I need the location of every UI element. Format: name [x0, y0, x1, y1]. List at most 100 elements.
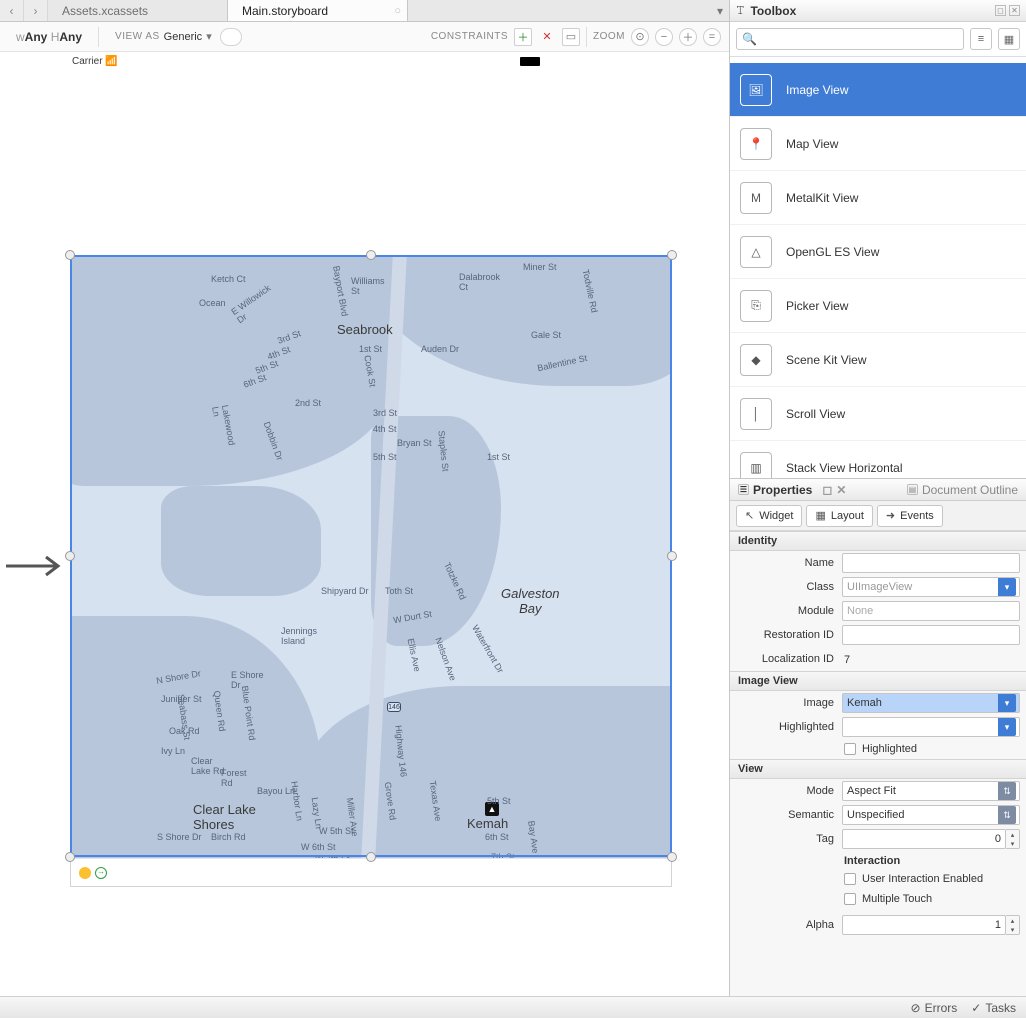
alpha-field[interactable] — [842, 915, 1006, 935]
highlighted-checkbox[interactable] — [844, 743, 856, 755]
map-label-city: Seabrook — [337, 322, 393, 337]
zoom-out-icon[interactable]: − — [655, 28, 673, 46]
zoom-label: ZOOM — [593, 31, 625, 42]
nav-fwd-button[interactable]: › — [24, 0, 48, 21]
map-label: Shipyard Dr — [321, 586, 369, 596]
toolbox-item-map-view[interactable]: 📍Map View — [730, 117, 1026, 171]
toolbox-item-icon: ◆ — [740, 344, 772, 376]
image-combo[interactable]: Kemah▾ — [842, 693, 1020, 713]
chevron-down-icon: ▾ — [998, 694, 1016, 712]
nav-back-button[interactable]: ‹ — [0, 0, 24, 21]
search-icon: 🔍 — [742, 32, 757, 46]
battery-icon — [520, 57, 540, 66]
map-label-kemah: Kemah — [467, 816, 508, 831]
chevron-down-icon: ▾ — [206, 30, 212, 43]
storyboard-canvas[interactable]: Seabrook Galveston Bay Clear Lake Shores… — [0, 52, 729, 996]
view-as[interactable]: VIEW AS Generic ▾ — [107, 22, 250, 51]
constraint-remove-icon[interactable]: ✕ — [538, 28, 556, 46]
toolbox-item-label: Image View — [786, 83, 848, 97]
toolbox-item-picker-view[interactable]: ⎘ Picker View — [730, 279, 1026, 333]
events-icon: ➜ — [886, 509, 895, 522]
toolbox-item-stack-view-horizontal[interactable]: ▥Stack View Horizontal — [730, 441, 1026, 478]
view-grid-icon[interactable]: ▦ — [998, 28, 1020, 50]
exit-icon[interactable] — [95, 867, 107, 879]
toolbox-item-label: MetalKit View — [786, 191, 858, 205]
toolbox-search-input[interactable]: 🔍 — [736, 28, 964, 50]
editor-tabs: ‹ › Assets.xcassets Main.storyboard○ ▾ — [0, 0, 729, 22]
imageview-content[interactable]: Seabrook Galveston Bay Clear Lake Shores… — [71, 256, 671, 858]
toolbox-item-opengl-es-view[interactable]: △OpenGL ES View — [730, 225, 1026, 279]
toolbox-item-metalkit-view[interactable]: M MetalKit View — [730, 171, 1026, 225]
pad-tabs: ☰Properties◻✕ ▤Document Outline — [730, 479, 1026, 501]
wifi-icon: 📶 — [105, 56, 117, 67]
device-frame[interactable]: Seabrook Galveston Bay Clear Lake Shores… — [70, 255, 672, 887]
class-combo[interactable]: UIImageView▾ — [842, 577, 1020, 597]
toolbox-item-scene-kit-view[interactable]: ◆Scene Kit View — [730, 333, 1026, 387]
chevron-down-icon: ▾ — [998, 578, 1016, 596]
subtab-widget[interactable]: ↖Widget — [736, 505, 802, 527]
tag-stepper[interactable]: ▴▾ — [1006, 829, 1020, 849]
semantic-combo[interactable]: Unspecified⇅ — [842, 805, 1020, 825]
dock-icon[interactable]: ◻ — [822, 483, 832, 497]
scene-dock[interactable] — [71, 858, 671, 886]
toolbox-item-icon: │ — [740, 398, 772, 430]
toolbox-header: 𝚃 Toolbox ◻✕ — [730, 0, 1026, 22]
statusbar: ⊘Errors ✓Tasks — [0, 996, 1026, 1018]
toolbox-item-label: Scroll View — [786, 407, 845, 421]
tasks-pad[interactable]: ✓Tasks — [971, 1001, 1016, 1015]
toolbox-list[interactable]: 🖼 Image View 📍Map View M MetalKit View △OpenG… — [730, 57, 1026, 478]
check-icon: ✓ — [971, 1001, 981, 1015]
tab-overflow[interactable]: ▾ — [408, 0, 729, 21]
layout-icon: ▦ — [815, 509, 825, 522]
subtab-events[interactable]: ➜Events — [877, 505, 943, 527]
tab-storyboard[interactable]: Main.storyboard○ — [228, 0, 408, 21]
route-shield-icon: 146 — [387, 702, 401, 712]
tab-document-outline[interactable]: ▤Document Outline — [899, 479, 1026, 500]
zoom-fit-icon[interactable]: ⊙ — [631, 28, 649, 46]
mode-combo[interactable]: Aspect Fit⇅ — [842, 781, 1020, 801]
subtab-layout[interactable]: ▦Layout — [806, 505, 872, 527]
tab-assets[interactable]: Assets.xcassets — [48, 0, 228, 21]
errors-pad[interactable]: ⊘Errors — [911, 1001, 958, 1015]
section-imageview: Image View — [730, 671, 1026, 691]
highlighted-combo[interactable]: ▾ — [842, 717, 1020, 737]
toolbox-item-icon: △ — [740, 236, 772, 268]
restoration-field[interactable] — [842, 625, 1020, 645]
close-icon[interactable]: ○ — [394, 5, 401, 17]
cursor-icon: ↖ — [745, 509, 754, 522]
close-icon[interactable]: ✕ — [836, 483, 846, 497]
constraints-label: CONSTRAINTS — [431, 31, 508, 42]
toolbox-item-scroll-view[interactable]: │ Scroll View — [730, 387, 1026, 441]
dock-icon[interactable]: ◻ — [995, 5, 1006, 16]
module-field[interactable] — [842, 601, 1020, 621]
size-class[interactable]: wAny HAny — [8, 22, 90, 51]
constraint-add-icon[interactable]: ＋ — [514, 28, 532, 46]
toolbox-item-icon: 📍 — [740, 128, 772, 160]
tag-field[interactable] — [842, 829, 1006, 849]
section-view: View — [730, 759, 1026, 779]
uie-checkbox[interactable] — [844, 873, 856, 885]
chevron-updown-icon: ⇅ — [998, 806, 1016, 824]
name-field[interactable] — [842, 553, 1020, 573]
view-list-icon[interactable]: ≡ — [970, 28, 992, 50]
section-identity: Identity — [730, 531, 1026, 551]
map-label: Jennings Island — [281, 626, 317, 646]
toolbox-icon: 𝚃 — [736, 3, 744, 18]
toolbox-item-icon: M — [740, 182, 772, 214]
zoom-actual-icon[interactable]: = — [703, 28, 721, 46]
localization-value: 7 — [842, 654, 850, 666]
first-responder-icon[interactable] — [79, 867, 91, 879]
chevron-down-icon: ▾ — [998, 718, 1016, 736]
zoom-in-icon[interactable]: ＋ — [679, 28, 697, 46]
device-toggle[interactable] — [220, 28, 242, 46]
tab-properties[interactable]: ☰Properties◻✕ — [730, 479, 854, 500]
constraint-frames-icon[interactable]: ▭ — [562, 28, 580, 46]
toolbox-item-label: Picker View — [786, 299, 848, 313]
close-icon[interactable]: ✕ — [1009, 5, 1020, 16]
toolbox-item-icon: 🖼 — [740, 74, 772, 106]
toolbox-item-image-view[interactable]: 🖼 Image View — [730, 63, 1026, 117]
alpha-stepper[interactable]: ▴▾ — [1006, 915, 1020, 935]
multitouch-checkbox[interactable] — [844, 893, 856, 905]
toolbox-item-label: Stack View Horizontal — [786, 461, 903, 475]
toolbox-item-icon: ⎘ — [740, 290, 772, 322]
